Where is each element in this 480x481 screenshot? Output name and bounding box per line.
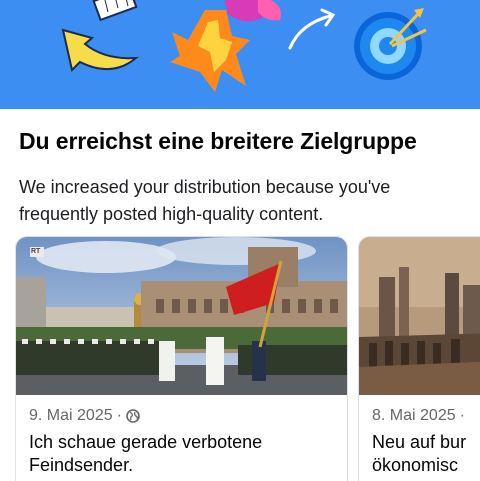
post-date: 8. Mai 2025 — [372, 407, 456, 424]
post-title-line: Ich schaue gerade verbotene — [29, 432, 263, 452]
target-icon — [354, 8, 427, 80]
post-meta: 8. Mai 2025 · — [372, 407, 465, 425]
post-image: RT — [16, 237, 347, 395]
page-title: Du erreichst eine breitere Zielgruppe — [19, 128, 417, 154]
post-meta: 9. Mai 2025 · — [29, 407, 140, 425]
hero-illustration — [0, 0, 480, 109]
post-title-line: ökonomisc — [372, 455, 459, 475]
post-carousel[interactable]: RT 9. Mai 2025 · Ich schaue gerade verbo… — [0, 236, 480, 481]
post-date: 9. Mai 2025 — [29, 407, 113, 424]
meta-separator: · — [459, 407, 465, 424]
channel-logo: RT — [31, 248, 41, 255]
post-card[interactable]: 8. Mai 2025 · Neu auf bur ökonomisc — [358, 236, 480, 481]
post-title-line: Feindsender. — [29, 455, 134, 475]
post-title[interactable]: Ich schaue gerade verbotene Feindsender. — [29, 431, 339, 477]
post-title-line: Neu auf bur — [372, 432, 467, 452]
arrow-icon — [288, 8, 336, 50]
post-card[interactable]: RT 9. Mai 2025 · Ich schaue gerade verbo… — [15, 236, 348, 481]
post-title[interactable]: Neu auf bur ökonomisc — [372, 431, 480, 477]
post-image — [359, 237, 480, 395]
rocket-icon — [170, 0, 281, 92]
paper-icon — [92, 0, 138, 22]
meta-separator: · — [116, 407, 122, 424]
distribution-description: We increased your distribution because y… — [19, 177, 391, 224]
curved-arrow-icon — [61, 28, 139, 72]
globe-icon — [126, 409, 140, 423]
